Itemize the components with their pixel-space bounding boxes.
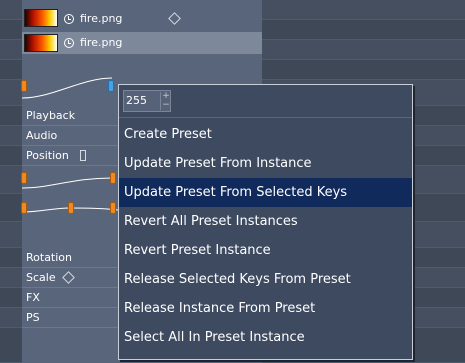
keyframe-marker[interactable] (21, 80, 27, 92)
menu-item-release-instance[interactable]: Release Instance From Preset (119, 294, 412, 323)
menu-item-release-selected-keys[interactable]: Release Selected Keys From Preset (119, 265, 412, 294)
track-label: PS (26, 311, 40, 324)
keyframe-marker-selected[interactable] (108, 80, 114, 92)
gradient-thumbnail (24, 34, 58, 52)
file-row-selected[interactable]: fire.png (22, 32, 262, 54)
track-label: Scale (26, 271, 56, 284)
value-text: 255 (126, 94, 147, 107)
keyframe-diamond-icon[interactable] (62, 271, 75, 284)
track-label: Rotation (26, 251, 73, 264)
value-input[interactable]: 255 + − (123, 90, 171, 112)
track-label: Playback (26, 109, 76, 122)
keyframe-marker[interactable] (110, 202, 116, 214)
keyframe-diamond-icon[interactable] (168, 12, 181, 25)
preset-context-menu: 255 + − Create Preset Update Preset From… (118, 84, 413, 360)
menu-value-row: 255 + − (119, 85, 412, 118)
curve-graph (22, 77, 113, 99)
track-label: Audio (26, 129, 58, 142)
clock-icon (64, 38, 74, 48)
menu-item-revert-preset-instance[interactable]: Revert Preset Instance (119, 236, 412, 265)
menu-item-update-preset-from-selected-keys[interactable]: Update Preset From Selected Keys (119, 178, 412, 207)
track-label: FX (26, 291, 40, 304)
menu-item-update-preset-from-instance[interactable]: Update Preset From Instance (119, 149, 412, 178)
keyframe-box-icon[interactable] (80, 150, 86, 161)
keyframe-marker[interactable] (21, 202, 27, 214)
file-name: fire.png (80, 12, 123, 25)
keyframe-marker[interactable] (68, 202, 74, 214)
menu-item-revert-all-preset-instances[interactable]: Revert All Preset Instances (119, 207, 412, 236)
file-row[interactable]: fire.png (22, 8, 262, 30)
clock-icon (64, 14, 74, 24)
value-stepper[interactable]: + − (160, 92, 171, 110)
keyframe-marker[interactable] (110, 172, 116, 184)
menu-item-select-all-in-preset[interactable]: Select All In Preset Instance (119, 323, 412, 352)
file-name: fire.png (80, 36, 123, 49)
stepper-down-icon[interactable]: − (161, 101, 171, 110)
menu-item-create-preset[interactable]: Create Preset (119, 120, 412, 149)
keyframe-marker[interactable] (21, 172, 27, 184)
gradient-thumbnail (24, 9, 58, 27)
track-label: Position (26, 149, 69, 162)
